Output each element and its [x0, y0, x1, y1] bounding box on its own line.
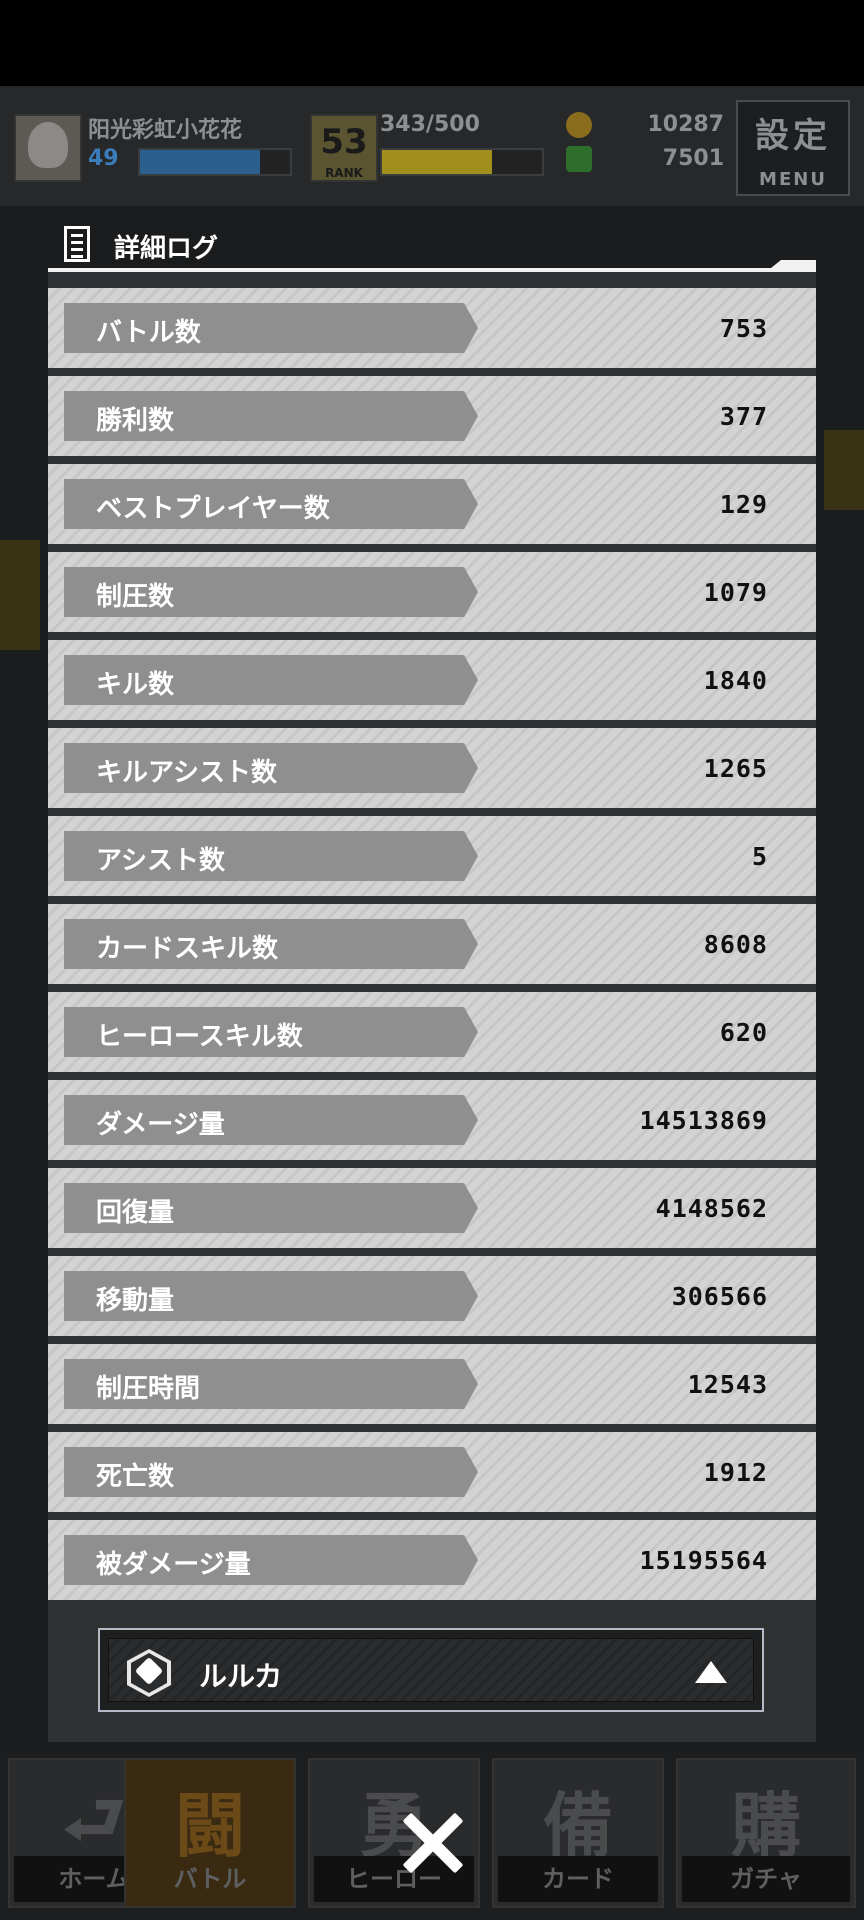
- background-decoration: [824, 430, 864, 510]
- stat-label: 制圧時間: [96, 1374, 201, 1404]
- stat-label: ヒーロースキル数: [96, 1022, 303, 1052]
- avatar[interactable]: [14, 114, 82, 182]
- stat-label: アシスト数: [96, 846, 225, 876]
- nav-battle[interactable]: 闘 バトル: [124, 1758, 296, 1908]
- stat-row: アシスト数 5: [48, 816, 816, 896]
- selected-hero-name: ルルカ: [199, 1660, 283, 1693]
- stat-row: ヒーロースキル数 620: [48, 992, 816, 1072]
- stat-row: 制圧時間 12543: [48, 1344, 816, 1424]
- stat-row: 移動量 306566: [48, 1256, 816, 1336]
- stat-value: 5: [751, 842, 768, 871]
- stat-value: 129: [719, 490, 768, 519]
- detail-log-panel: 詳細ログ バトル数 753 勝利数 377 ベストプレイヤー数 129 制圧数 1079…: [48, 220, 816, 1742]
- stat-label: バトル数: [96, 318, 201, 348]
- header-divider: [48, 268, 816, 272]
- stat-label: ダメージ量: [96, 1110, 225, 1140]
- rank-badge: 53 RANK: [310, 114, 378, 182]
- stat-label: 回復量: [96, 1198, 175, 1228]
- background-decoration: [0, 540, 40, 650]
- stat-value: 4148562: [655, 1194, 768, 1223]
- menu-button[interactable]: 設定 MENU: [736, 100, 850, 196]
- stat-value: 1265: [703, 754, 768, 783]
- rank-number: 53: [320, 122, 368, 162]
- stat-label: 被ダメージ量: [96, 1550, 251, 1580]
- stat-row: ダメージ量 14513869: [48, 1080, 816, 1160]
- hero-selector-dropdown[interactable]: ルルカ: [98, 1628, 764, 1712]
- stat-label: 死亡数: [96, 1462, 175, 1492]
- hero-selector-body: ルルカ: [108, 1638, 754, 1702]
- gold-amount: 10287: [647, 112, 724, 137]
- panel-title: 詳細ログ: [114, 234, 219, 264]
- stat-value: 14513869: [639, 1106, 768, 1135]
- gold-coin-icon: [566, 112, 592, 138]
- nav-label: カード: [498, 1856, 658, 1902]
- nav-label: ガチャ: [682, 1856, 850, 1902]
- green-gem-icon: [566, 146, 592, 172]
- stat-value: 377: [719, 402, 768, 431]
- stat-value: 1840: [703, 666, 768, 695]
- stat-row: 被ダメージ量 15195564: [48, 1520, 816, 1600]
- stat-label: キルアシスト数: [96, 758, 277, 788]
- header-divider-tip: [766, 260, 816, 272]
- status-bar: [0, 0, 864, 86]
- chevron-up-icon[interactable]: [695, 1661, 727, 1683]
- stat-label: キル数: [96, 670, 175, 700]
- stat-label: 勝利数: [96, 406, 175, 436]
- stat-value: 12543: [687, 1370, 768, 1399]
- stat-row: キルアシスト数 1265: [48, 728, 816, 808]
- stat-value: 15195564: [639, 1546, 768, 1575]
- xp-bar: [138, 148, 292, 176]
- log-list-icon: [64, 226, 90, 262]
- stat-row: 勝利数 377: [48, 376, 816, 456]
- green-amount: 7501: [662, 146, 724, 171]
- stat-row: バトル数 753: [48, 288, 816, 368]
- stat-value: 1079: [703, 578, 768, 607]
- nav-label: バトル: [173, 1865, 247, 1893]
- nav-card[interactable]: 備 カード: [492, 1758, 664, 1908]
- stat-value: 1912: [703, 1458, 768, 1487]
- stat-label: カードスキル数: [96, 934, 279, 964]
- player-level: 49: [88, 146, 119, 171]
- stat-label: ベストプレイヤー数: [96, 494, 330, 524]
- stat-label: 制圧数: [96, 582, 175, 612]
- stat-row: キル数 1840: [48, 640, 816, 720]
- stat-value: 8608: [703, 930, 768, 959]
- stat-value: 620: [719, 1018, 768, 1047]
- top-header: 阳光彩虹小花花 49 53 RANK 343/500 10287 7501 設定…: [0, 86, 864, 206]
- xp-bar-fill: [140, 150, 260, 174]
- stat-row: カードスキル数 8608: [48, 904, 816, 984]
- stat-label: 移動量: [96, 1286, 175, 1316]
- rank-label: RANK: [325, 166, 363, 180]
- player-name: 阳光彩虹小花花: [88, 118, 243, 143]
- stamina-bar-fill: [382, 150, 492, 174]
- stat-row: 死亡数 1912: [48, 1432, 816, 1512]
- stat-row: 制圧数 1079: [48, 552, 816, 632]
- avatar-face: [28, 122, 68, 168]
- stamina-text: 343/500: [380, 112, 480, 137]
- nav-gacha[interactable]: 購 ガチャ: [676, 1758, 856, 1908]
- close-icon[interactable]: [400, 1810, 466, 1876]
- panel-header: 詳細ログ: [48, 220, 816, 272]
- menu-kanji: 設定: [755, 116, 831, 156]
- stat-row: ベストプレイヤー数 129: [48, 464, 816, 544]
- stat-value: 753: [719, 314, 768, 343]
- menu-label: MENU: [759, 169, 827, 190]
- stat-row: 回復量 4148562: [48, 1168, 816, 1248]
- stat-value: 306566: [671, 1282, 768, 1311]
- stamina-bar: [380, 148, 544, 176]
